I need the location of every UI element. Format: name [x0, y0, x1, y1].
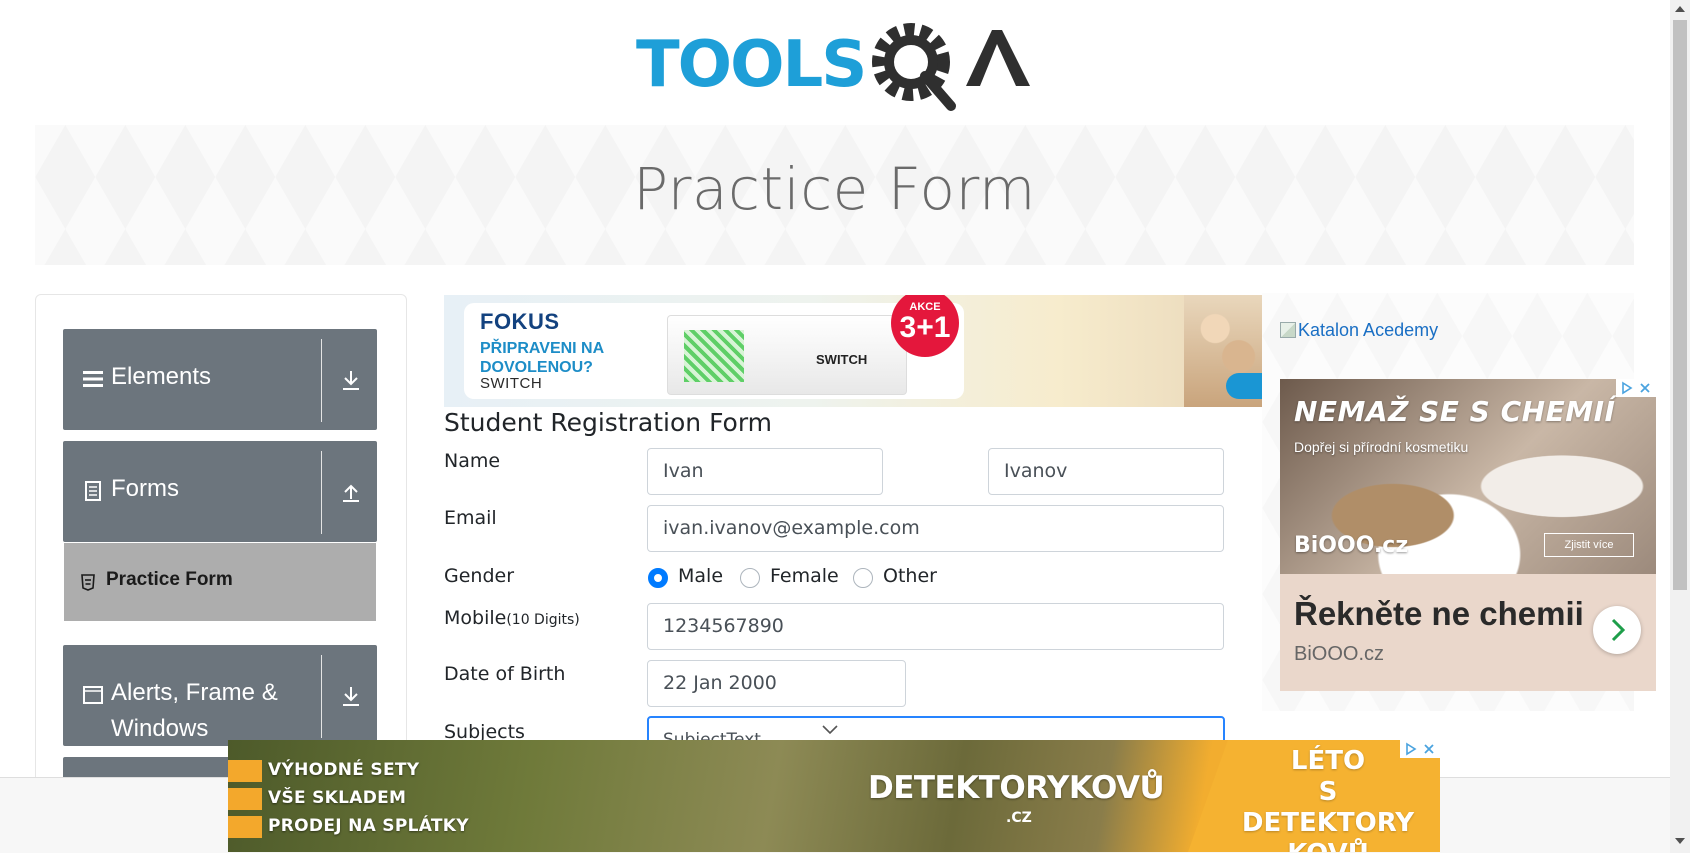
html5-icon [81, 574, 95, 591]
katalon-alt-text[interactable]: Katalon Acedemy [1298, 320, 1438, 340]
ad-more-button[interactable]: Zjistit více [1544, 533, 1634, 557]
product-pattern [684, 330, 744, 382]
top-advertisement[interactable]: FOKUS PŘIPRAVENI NA DOVOLENOU? SWITCH SW… [444, 295, 1262, 407]
chevron-right-icon [1611, 618, 1626, 642]
side-advertisement[interactable]: NEMAŽ SE S CHEMIÍ Dopřej si přírodní kos… [1280, 379, 1656, 691]
window-icon [83, 686, 103, 704]
ad-headline: NEMAŽ SE S CHEMIÍ [1294, 395, 1616, 428]
radio-label[interactable]: Other [883, 565, 937, 587]
close-icon[interactable] [1638, 381, 1652, 395]
menu-group-label: Forms [111, 475, 179, 502]
menu-item-practice-form[interactable]: Practice Form [64, 543, 376, 621]
left-menu: Elements Forms Practice Form Alerts, Fra… [35, 294, 407, 814]
menu-item-label: Practice Form [106, 569, 233, 590]
menu-group-elements[interactable]: Elements [63, 329, 377, 430]
radio-circle[interactable] [740, 568, 760, 588]
email-input[interactable]: ivan.ivanov@example.com [647, 505, 1224, 552]
page-banner: Practice Form [35, 125, 1634, 265]
ad-bullet: PRODEJ NA SPLÁTKY [268, 816, 469, 836]
ad-bullet: VŠE SKLADEM [268, 788, 407, 808]
logo-tools-text: TOOLS [636, 28, 865, 102]
last-name-input[interactable]: Ivanov [988, 448, 1224, 495]
ad-right-line: S DETEKTORY [1241, 777, 1415, 838]
bullet-stripe [228, 788, 262, 810]
ad-headline: PŘIPRAVENI NA DOVOLENOU? [480, 339, 604, 377]
mobile-label: Mobile(10 Digits) [444, 607, 580, 629]
form-title: Student Registration Form [444, 408, 773, 437]
document-icon [85, 481, 101, 501]
ad-right-line: KOVŮ [1228, 839, 1428, 852]
menu-group-alerts[interactable]: Alerts, Frame & Windows [63, 645, 377, 746]
ad-logo: DETEKTORYKOVŮ [868, 770, 1165, 806]
upload-arrow-icon[interactable] [341, 481, 361, 503]
radio-label[interactable]: Male [678, 565, 723, 587]
chevron-down-icon[interactable] [822, 725, 838, 735]
promo-badge-main: 3+1 [899, 311, 951, 344]
first-name-input[interactable]: Ivan [647, 448, 883, 495]
ad-logo-domain: .CZ [1006, 810, 1032, 826]
download-arrow-icon[interactable] [341, 369, 361, 391]
date-of-birth-input[interactable]: 22 Jan 2000 [647, 660, 906, 707]
ad-next-button[interactable] [1593, 606, 1641, 654]
page-title: Practice Form [633, 155, 1036, 223]
ad-tagline: Řekněte ne chemii [1294, 595, 1584, 632]
ad-product-name: SWITCH [480, 375, 543, 392]
katalon-academy-link[interactable]: Katalon Acedemy [1280, 320, 1438, 341]
scroll-up-arrow-icon[interactable] [1675, 6, 1685, 12]
scroll-down-arrow-icon[interactable] [1675, 838, 1685, 844]
dob-label: Date of Birth [444, 663, 566, 685]
menu-divider [321, 451, 322, 534]
menu-group-forms[interactable]: Forms [63, 441, 377, 542]
ad-subheadline: Dopřej si přírodní kosmetiku [1294, 439, 1469, 455]
menu-divider [321, 339, 322, 422]
hamburger-icon [83, 371, 103, 387]
download-arrow-icon[interactable] [341, 685, 361, 707]
radio-circle[interactable] [648, 568, 668, 588]
ad-bullet: VÝHODNÉ SETY [268, 760, 420, 780]
mobile-hint: (10 Digits) [506, 612, 580, 628]
adchoices-icon[interactable] [1404, 742, 1418, 756]
bullet-stripe [228, 760, 262, 782]
ad-brand: FOKUS [480, 309, 560, 334]
ad-right-text: LÉTO S DETEKTORY KOVŮ [1228, 746, 1428, 852]
name-label: Name [444, 450, 501, 472]
bottom-advertisement[interactable]: VÝHODNÉ SETY VŠE SKLADEM PRODEJ NA SPLÁT… [228, 740, 1440, 852]
menu-group-label: Elements [111, 363, 212, 390]
product-label: SWITCH [816, 352, 868, 367]
ad-headline-line1: PŘIPRAVENI NA [480, 340, 605, 357]
ad-cta-button[interactable] [1226, 373, 1262, 399]
adchoices-icon[interactable] [1620, 381, 1634, 395]
ad-product-image: SWITCH [667, 315, 907, 395]
gender-label: Gender [444, 565, 515, 587]
ad-logo: BiOOO.cz [1294, 533, 1409, 558]
adchoices-badge[interactable] [1616, 379, 1656, 397]
menu-divider [321, 655, 322, 738]
mobile-input[interactable]: 1234567890 [647, 603, 1224, 650]
broken-image-icon [1280, 322, 1296, 338]
logo-a-shape [966, 30, 1030, 86]
practice-form-page: TOOLS Practice Form Elements Forms Pract… [0, 0, 1690, 853]
gear-icon [872, 23, 956, 111]
adchoices-badge[interactable] [1400, 740, 1440, 758]
mobile-label-text: Mobile [444, 607, 507, 629]
toolsqa-logo[interactable]: TOOLS [636, 20, 1040, 112]
email-label: Email [444, 507, 497, 529]
ad-domain: BiOOO.cz [1294, 643, 1385, 665]
bullet-stripe [228, 816, 262, 838]
vertical-scrollbar[interactable] [1670, 0, 1690, 853]
menu-group-label: Alerts, Frame & Windows [111, 679, 278, 742]
radio-label[interactable]: Female [770, 565, 839, 587]
ad-right-line: LÉTO [1290, 746, 1366, 776]
close-icon[interactable] [1422, 742, 1436, 756]
radio-circle[interactable] [853, 568, 873, 588]
scrollbar-thumb[interactable] [1673, 20, 1687, 590]
